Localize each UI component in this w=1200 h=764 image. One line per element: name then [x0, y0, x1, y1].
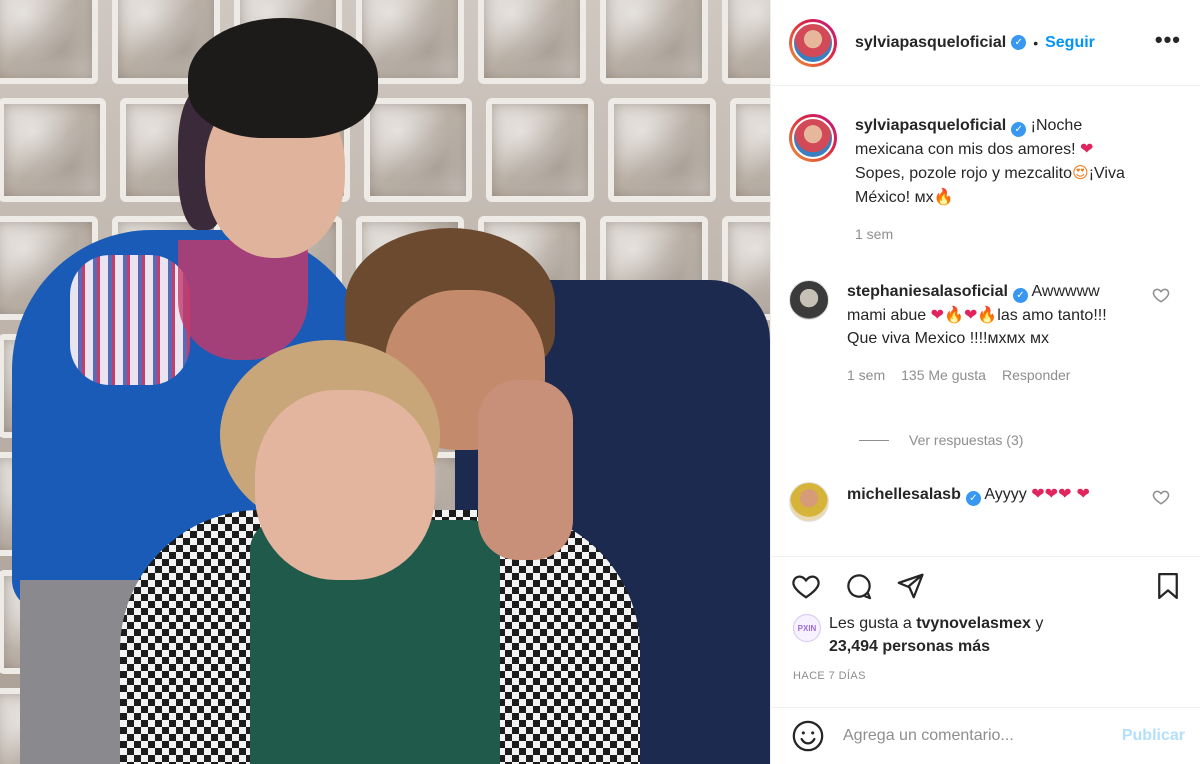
comment-username[interactable]: michellesalasb [847, 486, 961, 503]
person-center-face [255, 390, 435, 580]
view-replies-label[interactable]: Ver respuestas (3) [909, 432, 1023, 448]
caption-time[interactable]: 1 sem [855, 223, 893, 246]
comment-row: michellesalasb ✓ Ayyyy ❤❤❤ ❤ [789, 482, 1184, 522]
post-timestamp[interactable]: HACE 7 DÍAS [793, 670, 866, 682]
caption-text-2: Sopes, pozole rojo y mezcalito [855, 165, 1072, 182]
comment-body: michellesalasb ✓ Ayyyy ❤❤❤ ❤ [847, 482, 1117, 522]
post-sidebar: sylviapasqueloficial ✓ • Seguir ••• sylv… [770, 0, 1200, 764]
heart-fire-emoji-icon: ❤🔥❤🔥 [930, 305, 998, 324]
like-comment-heart-icon[interactable] [1152, 488, 1170, 506]
glass-block-tile [478, 0, 586, 84]
person-left-hat [188, 18, 378, 138]
likes-summary: PXIN Les gusta a tvynovelasmex y 23,494 … [793, 612, 1193, 658]
glass-block-tile [486, 98, 594, 202]
commenter-avatar[interactable] [789, 482, 829, 522]
likes-text: Les gusta a tvynovelasmex y 23,494 perso… [829, 612, 1043, 658]
caption-body: sylviapasqueloficial ✓ ¡Noche mexicana co… [855, 114, 1125, 246]
more-options-icon[interactable]: ••• [1155, 29, 1181, 51]
glass-block-tile [722, 0, 770, 84]
likes-prefix: Les gusta a [829, 615, 912, 632]
comment-row: stephaniesalasoficial ✓ Awwwww mami abue … [789, 280, 1184, 387]
glass-block-tile [730, 98, 770, 202]
save-bookmark-icon[interactable] [1151, 569, 1185, 603]
caption-username[interactable]: sylviapasqueloficial [855, 117, 1006, 134]
fire-emoji-icon: 🔥 [933, 187, 954, 206]
glass-block-tile [608, 98, 716, 202]
caption-meta: 1 sem [855, 223, 1125, 246]
verified-badge-icon: ✓ [965, 491, 981, 506]
action-bar [771, 556, 1200, 616]
add-comment-bar: Publicar [771, 707, 1200, 764]
reply-button[interactable]: Responder [1002, 364, 1071, 387]
comment-input[interactable] [843, 727, 1093, 745]
view-replies-button[interactable]: Ver respuestas (3) [859, 432, 1023, 448]
glass-block-tile [0, 98, 106, 202]
red-hearts-emoji-icon: ❤❤❤ ❤ [1031, 484, 1090, 503]
comment-bubble-icon[interactable] [842, 569, 876, 603]
heart-eyes-emoji-icon: 😍 [1072, 163, 1089, 182]
like-heart-icon[interactable] [789, 569, 823, 603]
red-heart-icon: ❤ [1079, 139, 1094, 158]
person-right-hand [478, 380, 573, 560]
like-comment-heart-icon[interactable] [1152, 286, 1170, 304]
liker-username[interactable]: tvynovelasmex [916, 615, 1031, 632]
likes-conjunction: y [1035, 615, 1044, 632]
comments-list[interactable]: sylviapasqueloficial ✓ ¡Noche mexicana co… [771, 86, 1200, 556]
author-username[interactable]: sylviapasqueloficial [855, 34, 1006, 52]
comment-likes[interactable]: 135 Me gusta [901, 364, 986, 387]
post-photo[interactable] [0, 0, 770, 764]
commenter-avatar[interactable] [789, 280, 829, 320]
comment-text-1: Ayyyy [984, 486, 1027, 503]
comment-body: stephaniesalasoficial ✓ Awwwww mami abue … [847, 280, 1117, 387]
glass-block-tile [364, 98, 472, 202]
separator-dot: • [1033, 34, 1039, 51]
emoji-smiley-icon[interactable] [791, 719, 825, 753]
follow-button[interactable]: Seguir [1045, 34, 1095, 52]
glass-block-tile [600, 0, 708, 84]
post-header: sylviapasqueloficial ✓ • Seguir ••• [771, 0, 1200, 86]
comment-meta: 1 sem 135 Me gusta Responder [847, 364, 1117, 387]
comment-username[interactable]: stephaniesalasoficial [847, 283, 1008, 300]
replies-divider [859, 439, 889, 441]
person-left-sleeve [70, 255, 190, 385]
person-left-collar [178, 240, 308, 360]
caption-row: sylviapasqueloficial ✓ ¡Noche mexicana co… [789, 114, 1184, 246]
likes-count[interactable]: 23,494 personas más [829, 638, 990, 655]
author-avatar[interactable] [789, 18, 837, 67]
glass-block-tile [0, 0, 98, 84]
caption-avatar[interactable] [789, 114, 837, 162]
publish-button[interactable]: Publicar [1122, 727, 1185, 745]
share-paper-plane-icon[interactable] [893, 569, 927, 603]
comment-time[interactable]: 1 sem [847, 364, 885, 387]
verified-badge-icon: ✓ [1011, 122, 1027, 137]
verified-badge-icon: ✓ [1012, 288, 1028, 303]
verified-badge-icon: ✓ [1011, 35, 1027, 50]
liker-avatar[interactable]: PXIN [793, 614, 821, 642]
